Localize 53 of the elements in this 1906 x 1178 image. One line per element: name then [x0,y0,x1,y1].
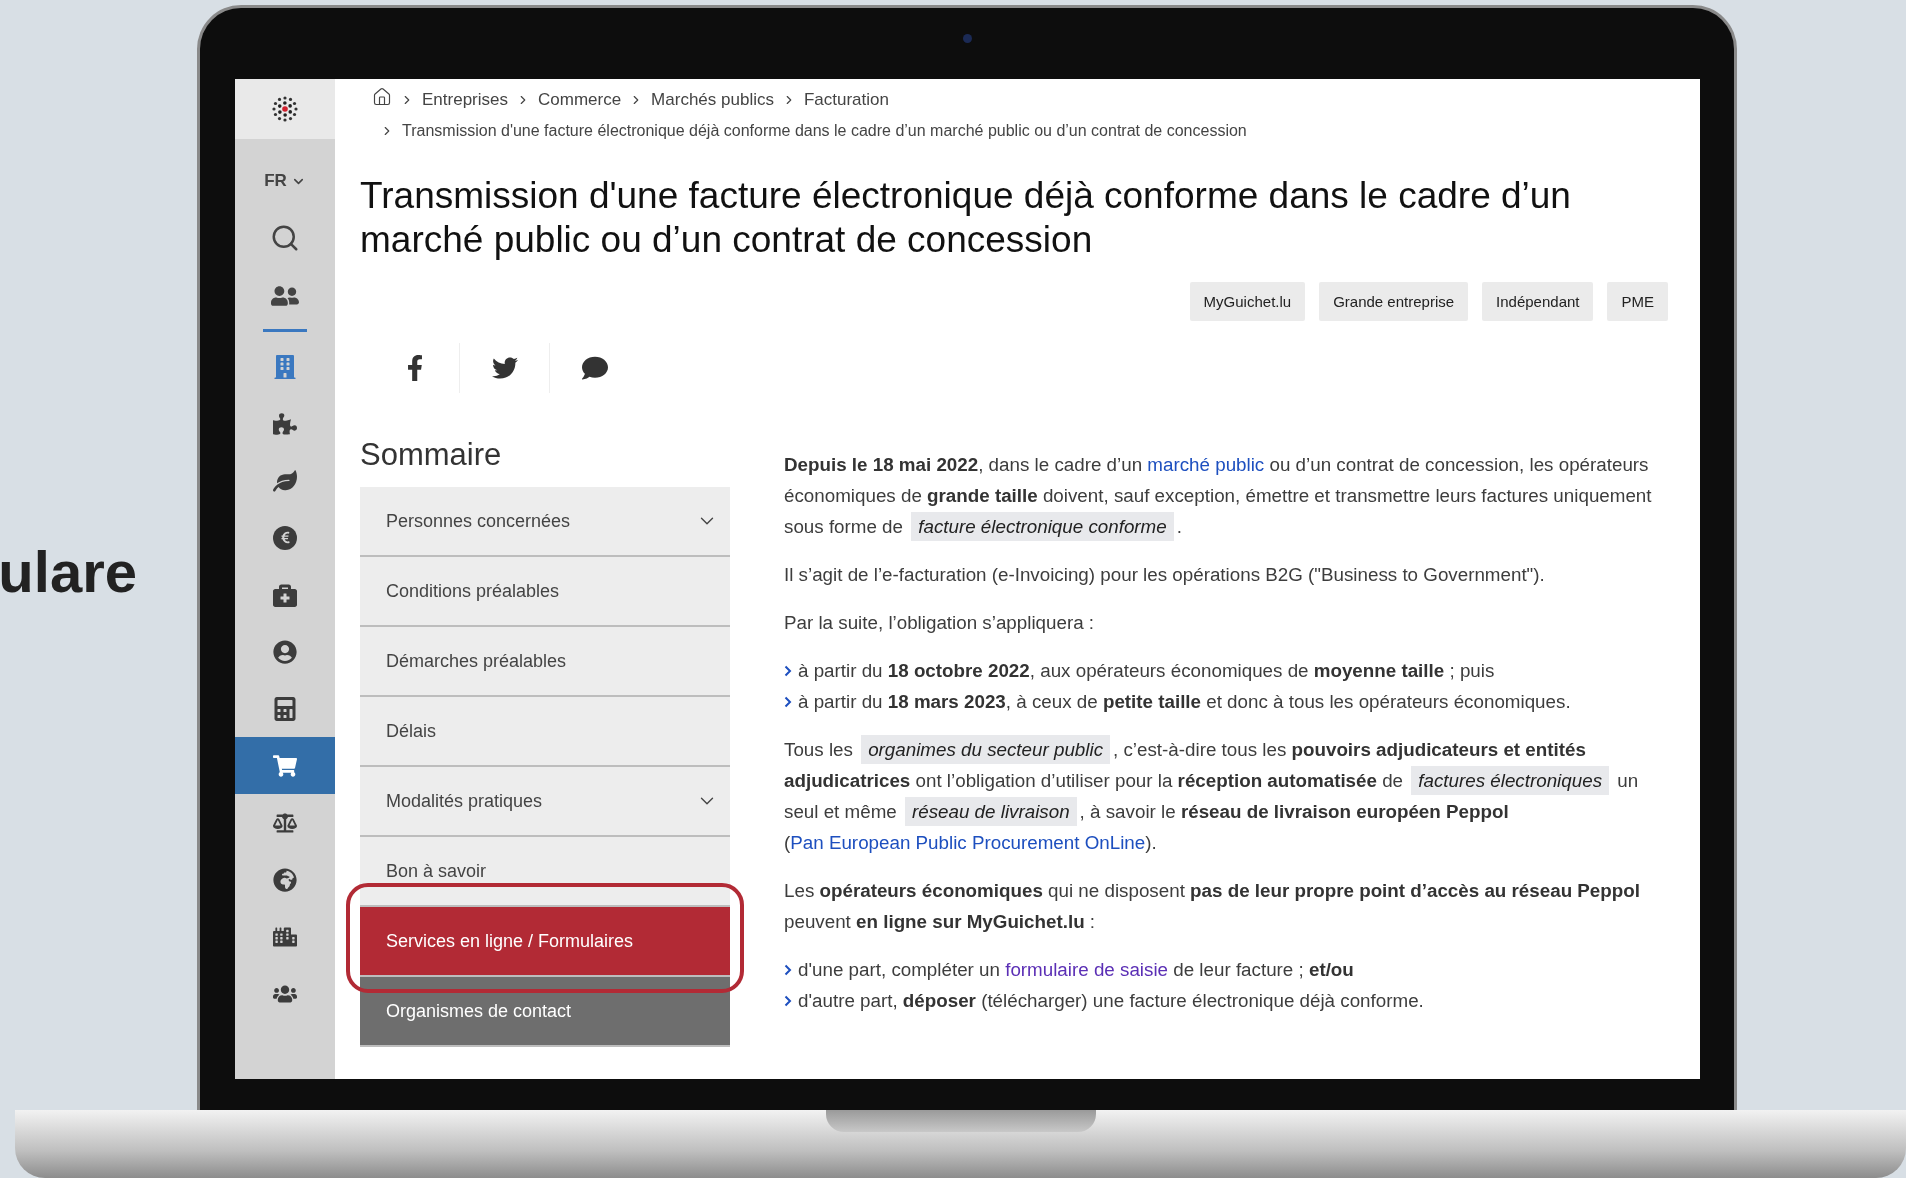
camera-icon [963,34,972,43]
breadcrumb-current: Transmission d'une facture électronique déjà conforme dans le cadre d’un marché public ou d’un contrat de concession [402,122,1247,140]
breadcrumb-link[interactable]: Commerce [538,89,622,110]
text-link[interactable]: marché public [1147,454,1265,475]
summary-item[interactable]: Bon à savoir [360,837,730,907]
summary-item[interactable]: Démarches préalables [360,627,730,697]
summary-item[interactable]: Personnes concernées [360,487,730,557]
summary-item[interactable]: Conditions préalables [360,557,730,627]
paragraph: Par la suite, l’obligation s’appliquera : [784,611,1096,635]
search-icon [270,223,300,253]
audience-tag[interactable]: PME [1607,282,1668,321]
summary-heading: Sommaire [360,437,503,473]
backdrop-heading: ulare [0,538,137,605]
text-link[interactable]: formulaire de saisie [1005,959,1168,980]
glossary-term[interactable]: réseau de livraison [904,797,1077,826]
cart-nav-button[interactable] [235,737,335,794]
breadcrumb-link[interactable]: Facturation [803,89,889,110]
list-item-text: à partir du 18 mars 2023, à ceux de petite taille et donc à tous les opérateurs économiques. [798,690,1571,714]
list-item-text: à partir du 18 octobre 2022, aux opérateurs économiques de moyenne taille ; puis [798,659,1495,683]
chevron-icon [784,696,792,708]
list-item-text: d'une part, compléter un formulaire de saisie de leur facture ; et/ou [798,958,1354,982]
list-item-text: d'autre part, déposer (télécharger) une facture électronique déjà conforme. [798,989,1424,1013]
paragraph: Les opérateurs économiques qui ne disposent pas de leur propre point d’accès au réseau Peppol peuvent en ligne sur MyGuichet.lu : [784,879,1641,934]
paragraph: Depuis le 18 mai 2022, dans le cadre d’un marché public ou d’un contrat de concession, les opérateurs économiques de grande taille doivent, sauf exception, émettre et transmettre leurs factures uniquement sous forme de facture électronique conforme . [784,449,1668,542]
page-title: Transmission d'une facture électronique déjà conforme dans le cadre d’un marché public ou d’un contrat de concession [360,174,1572,262]
glossary-term[interactable]: organimes du secteur public [861,735,1111,764]
summary-item[interactable]: Services en ligne / Formulaires [360,907,730,977]
medical-kit-icon [273,582,297,607]
summary-item[interactable]: Modalités pratiques [360,767,730,837]
calculator-icon [273,696,297,721]
leaf-icon [273,468,297,493]
chevron-icon [784,964,792,976]
glossary-term[interactable]: factures électroniques [1411,766,1610,795]
audience-tag[interactable]: MyGuichet.lu [1189,282,1306,321]
cart-icon [273,753,297,778]
building-icon [273,354,297,379]
globe-icon [273,867,297,892]
puzzle-icon [273,411,297,436]
audience-tag[interactable]: Indépendant [1482,282,1594,321]
paragraph: Il s’agit de l’e-facturation (e-Invoicing) pour les opérations B2G ("Business to Government"). [784,563,1546,587]
paragraph: Tous les organimes du secteur public , c’est-à-dire tous les pouvoirs adjudicateurs et entités adjudicatrices ont l’obligation d’utiliser pour la réception automatisée de factures électroniques un seul et même réseau de livraison , à savoir le réseau de livraison européen Peppol (Pan European Public Procurement OnLine). [784,734,1668,858]
euro-icon [273,525,297,550]
buildings-icon [273,924,297,949]
glossary-term[interactable]: facture électronique conforme [911,512,1174,541]
breadcrumb-link[interactable]: Marchés publics [651,89,774,110]
chevron-icon [784,995,792,1007]
language-selector[interactable]: FR [260,167,310,195]
text-link[interactable]: Pan European Public Procurement OnLine [790,832,1146,853]
chevron-icon [784,665,792,677]
summary-item[interactable]: Délais [360,697,730,767]
summary-item[interactable]: Organismes de contact [360,977,730,1047]
breadcrumb-link[interactable]: Entreprises [422,89,508,110]
audience-tag[interactable]: Grande entreprise [1319,282,1469,321]
